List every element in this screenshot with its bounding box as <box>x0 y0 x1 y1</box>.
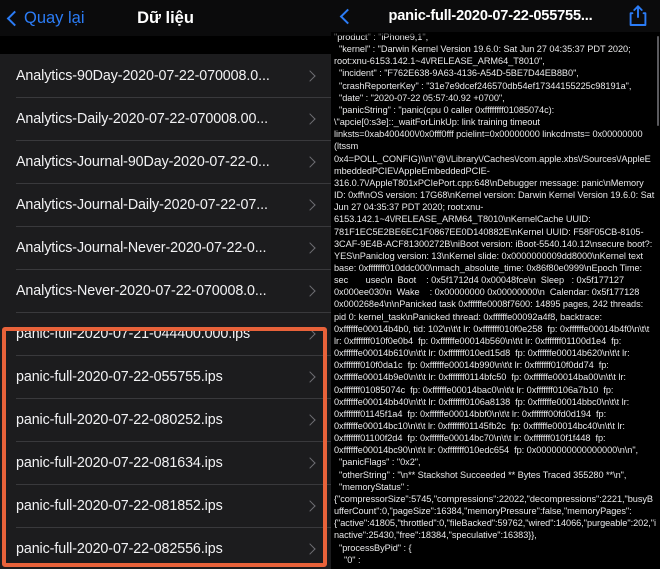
list-item[interactable]: panic-full-2020-07-22-081634.ips <box>0 441 331 484</box>
file-browser-pane: Quay lại Dữ liệu Analytics-90Day-2020-07… <box>0 0 331 569</box>
list-item[interactable]: Analytics-Journal-90Day-2020-07-22-0... <box>0 140 331 183</box>
list-item[interactable]: Analytics-Never-2020-07-22-070008.0... <box>0 269 331 312</box>
chevron-right-icon <box>304 542 316 555</box>
share-icon <box>629 5 647 26</box>
left-nav-bar: Quay lại Dữ liệu <box>0 0 331 36</box>
chevron-right-icon <box>304 241 316 254</box>
panic-log-text[interactable]: "product" : "iPhone9,1", "kernel" : "Dar… <box>331 31 660 569</box>
list-item[interactable]: panic-full-2020-07-22-055755.ips <box>0 355 331 398</box>
list-item-label: panic-full-2020-07-22-082556.ips <box>16 540 223 557</box>
document-title: panic-full-2020-07-22-055755... <box>388 8 593 24</box>
chevron-right-icon <box>304 327 316 340</box>
chevron-right-icon <box>304 155 316 168</box>
chevron-right-icon <box>304 499 316 512</box>
file-list: Analytics-90Day-2020-07-22-070008.0... An… <box>0 54 331 569</box>
log-back-button[interactable] <box>331 8 357 24</box>
list-item-label: panic-full-2020-07-22-055755.ips <box>16 368 223 385</box>
list-item[interactable]: panic-full-2020-07-22-081852.ips <box>0 484 331 527</box>
share-button[interactable] <box>626 4 650 29</box>
list-item-label: Analytics-Never-2020-07-22-070008.0... <box>16 282 267 299</box>
list-item-label: panic-full-2020-07-22-080252.ips <box>16 411 223 428</box>
back-button-label: Quay lại <box>24 8 85 27</box>
list-item[interactable]: panic-full-2020-07-21-044400.000.ips <box>0 312 331 355</box>
list-item-label: panic-full-2020-07-22-081634.ips <box>16 454 223 471</box>
list-item[interactable]: Analytics-Daily-2020-07-22-070008.00... <box>0 97 331 140</box>
back-button[interactable]: Quay lại <box>0 9 85 28</box>
list-item[interactable]: panic-full-2020-07-22-082556.ips <box>0 527 331 569</box>
list-item[interactable]: panic-full-2020-07-22-080252.ips <box>0 398 331 441</box>
chevron-right-icon <box>304 370 316 383</box>
list-item-label: Analytics-Journal-90Day-2020-07-22-0... <box>16 153 270 170</box>
chevron-right-icon <box>304 413 316 426</box>
list-item-label: Analytics-Journal-Daily-2020-07-22-07... <box>16 196 268 213</box>
list-top-spacer <box>0 36 331 54</box>
page-title: Dữ liệu <box>137 8 194 27</box>
chevron-right-icon <box>304 456 316 469</box>
chevron-right-icon <box>304 284 316 297</box>
list-item[interactable]: Analytics-Journal-Never-2020-07-22-0... <box>0 226 331 269</box>
list-item-label: Analytics-Daily-2020-07-22-070008.00... <box>16 110 268 127</box>
chevron-right-icon <box>304 198 316 211</box>
right-nav-bar: panic-full-2020-07-22-055755... <box>331 0 660 32</box>
list-item-label: Analytics-Journal-Never-2020-07-22-0... <box>16 239 267 256</box>
log-scrollbar[interactable] <box>657 36 659 126</box>
list-item-label: Analytics-90Day-2020-07-22-070008.0... <box>16 67 270 84</box>
list-item[interactable]: Analytics-Journal-Daily-2020-07-22-07... <box>0 183 331 226</box>
chevron-left-icon <box>6 10 23 26</box>
list-item-label: panic-full-2020-07-21-044400.000.ips <box>16 325 251 342</box>
list-item-label: panic-full-2020-07-22-081852.ips <box>16 497 223 514</box>
chevron-left-icon <box>339 8 356 24</box>
list-item[interactable]: Analytics-90Day-2020-07-22-070008.0... <box>0 54 331 97</box>
app-root: Quay lại Dữ liệu Analytics-90Day-2020-07… <box>0 0 660 569</box>
chevron-right-icon <box>304 69 316 82</box>
log-viewer-pane: panic-full-2020-07-22-055755... "product… <box>331 0 660 569</box>
chevron-right-icon <box>304 112 316 125</box>
